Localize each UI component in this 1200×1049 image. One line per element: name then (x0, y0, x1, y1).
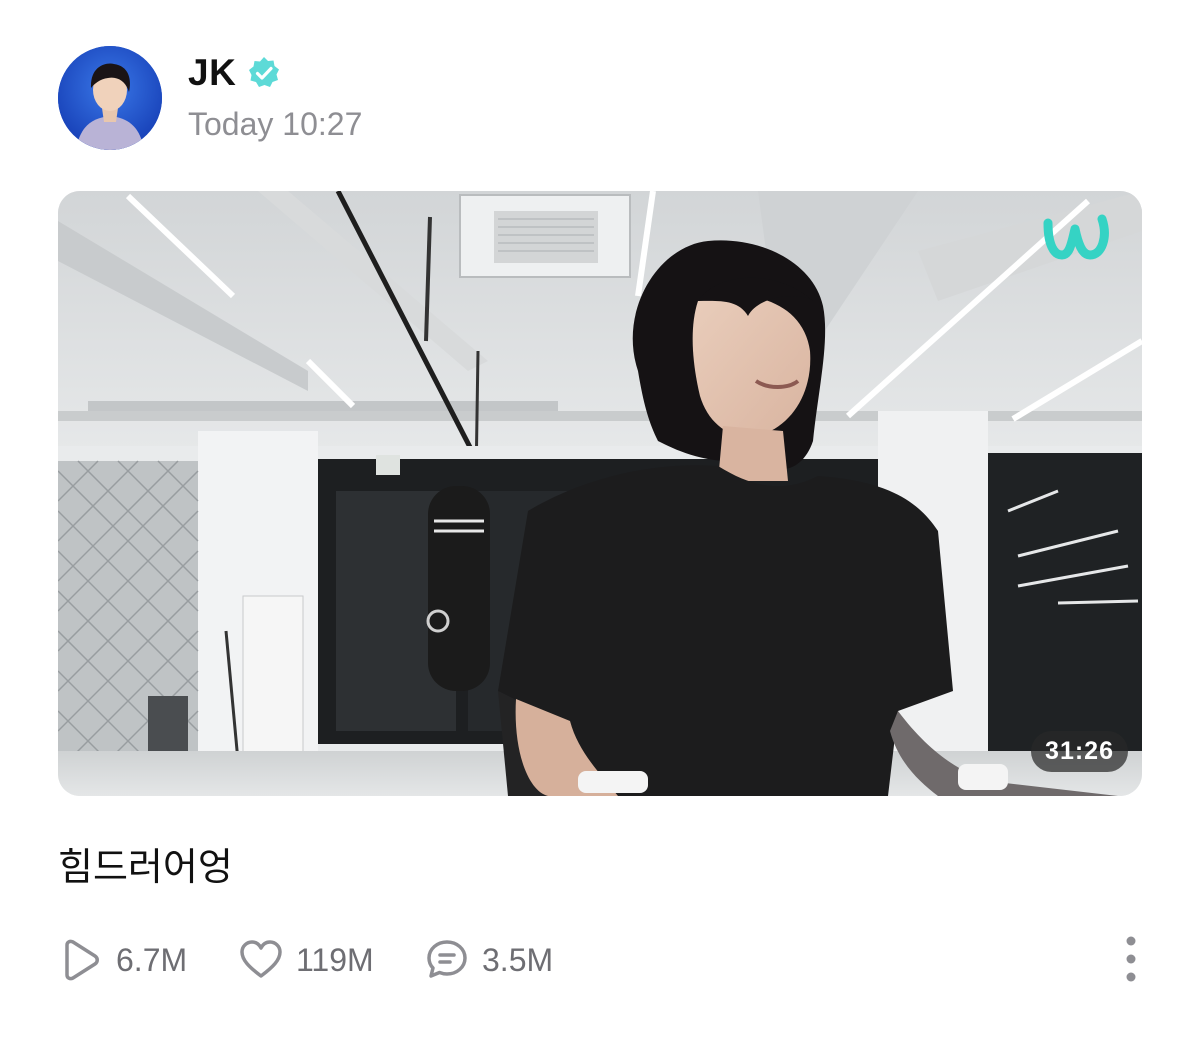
play-stat[interactable]: 6.7M (58, 932, 187, 988)
weverse-logo-icon (1042, 213, 1112, 261)
video-thumbnail[interactable]: 31:26 (58, 191, 1142, 796)
play-count: 6.7M (116, 941, 188, 978)
avatar[interactable] (58, 46, 162, 150)
like-count: 119M (296, 941, 374, 978)
comment-icon (424, 937, 470, 983)
post-timestamp: Today 10:27 (188, 106, 363, 142)
heart-icon (238, 937, 284, 983)
play-icon (58, 937, 104, 983)
video-duration: 31:26 (1031, 731, 1128, 772)
author-name[interactable]: JK (188, 52, 236, 94)
comment-stat[interactable]: 3.5M (424, 932, 553, 988)
post-header: JK Today 10:27 (58, 46, 1142, 152)
post-stats: 6.7M 119M 3.5M (58, 932, 1142, 988)
comment-count: 3.5M (482, 941, 554, 978)
author-row: JK (188, 52, 282, 94)
post-caption: 힘드러어엉 (58, 845, 233, 889)
like-stat[interactable]: 119M (238, 932, 374, 988)
more-vertical-icon[interactable] (1124, 934, 1138, 984)
verified-badge-icon (246, 55, 282, 91)
